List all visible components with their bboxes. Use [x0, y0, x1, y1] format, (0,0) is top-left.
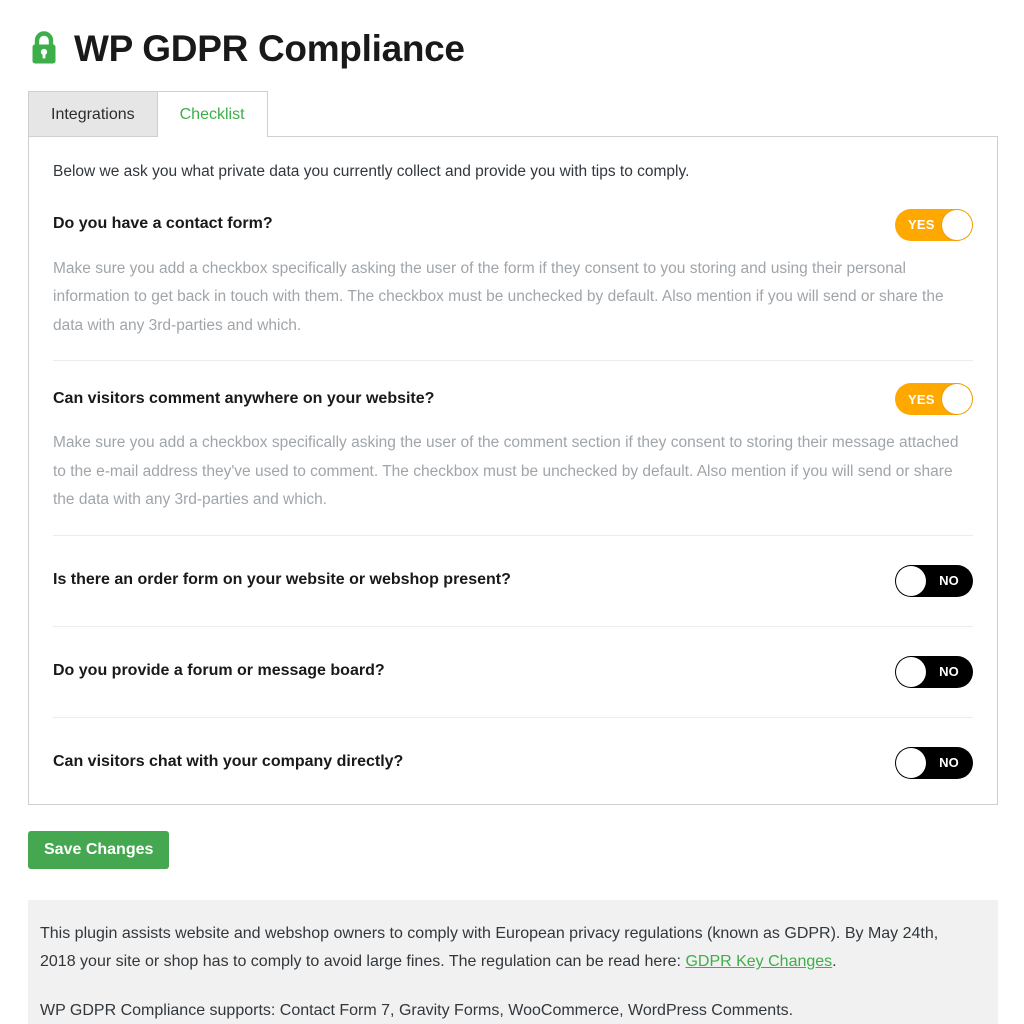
- checklist-item: Do you provide a forum or message board?…: [51, 647, 975, 697]
- toggle-label: NO: [939, 755, 959, 771]
- footer-notice: This plugin assists website and webshop …: [28, 899, 998, 1024]
- toggle-comments[interactable]: YES: [895, 383, 973, 416]
- divider: [53, 534, 973, 536]
- question-title: Can visitors comment anywhere on your we…: [53, 389, 435, 407]
- question-title: Do you provide a forum or message board?: [53, 662, 385, 680]
- toggle-label: YES: [908, 217, 935, 233]
- save-button-wrap: Save Changes: [28, 830, 1024, 869]
- checklist-item-row: Can visitors comment anywhere on your we…: [51, 381, 975, 417]
- checklist-item: Is there an order form on your website o…: [51, 556, 975, 606]
- tab-integrations[interactable]: Integrations: [28, 91, 158, 137]
- toggle-knob: [942, 384, 972, 415]
- checklist-item: Can visitors comment anywhere on your we…: [51, 381, 975, 515]
- checklist-item-row: Do you have a contact form? YES: [51, 207, 975, 243]
- checklist-intro: Below we ask you what private data you c…: [53, 163, 690, 180]
- toggle-contact-form[interactable]: YES: [895, 208, 973, 241]
- toggle-knob: [942, 209, 972, 240]
- toggle-forum[interactable]: NO: [895, 655, 973, 688]
- divider: [53, 716, 973, 718]
- divider: [53, 625, 973, 627]
- toggle-label: YES: [908, 391, 935, 407]
- checklist-item-row: Can visitors chat with your company dire…: [51, 738, 975, 788]
- question-title: Can visitors chat with your company dire…: [53, 753, 404, 771]
- lock-icon: [28, 31, 60, 65]
- tab-bar: Integrations Checklist: [28, 90, 1024, 137]
- checklist-card: Below we ask you what private data you c…: [28, 136, 998, 805]
- gdpr-key-changes-link[interactable]: GDPR Key Changes: [685, 953, 832, 970]
- checklist-item: Do you have a contact form? YES Make sur…: [51, 207, 975, 341]
- page-title: WP GDPR Compliance: [74, 27, 465, 69]
- tab-integrations-label: Integrations: [51, 105, 135, 123]
- footer-paragraph-2: WP GDPR Compliance supports: Contact For…: [40, 1001, 794, 1019]
- question-description: Make sure you add a checkbox specificall…: [53, 259, 944, 334]
- question-title: Is there an order form on your website o…: [53, 571, 511, 589]
- toggle-label: NO: [939, 664, 959, 680]
- checklist-item-row: Is there an order form on your website o…: [51, 556, 975, 606]
- question-title: Do you have a contact form?: [53, 215, 273, 233]
- tab-checklist[interactable]: Checklist: [156, 91, 268, 137]
- toggle-order-form[interactable]: NO: [895, 564, 973, 597]
- footer-paragraph-1: This plugin assists website and webshop …: [40, 920, 960, 977]
- toggle-label: NO: [939, 573, 959, 589]
- checklist-item: Can visitors chat with your company dire…: [51, 738, 975, 788]
- page-header: WP GDPR Compliance: [0, 0, 1024, 78]
- footer-text-after-link: .: [832, 953, 837, 971]
- toggle-knob: [896, 565, 926, 596]
- toggle-knob: [896, 747, 926, 778]
- question-description: Make sure you add a checkbox specificall…: [53, 434, 959, 509]
- divider: [53, 360, 973, 362]
- toggle-knob: [896, 656, 926, 687]
- toggle-chat[interactable]: NO: [895, 746, 973, 779]
- wp-gdpr-compliance-page: WP GDPR Compliance Integrations Checklis…: [0, 0, 1024, 1024]
- checklist-item-row: Do you provide a forum or message board?…: [51, 647, 975, 697]
- save-button[interactable]: Save Changes: [28, 830, 170, 869]
- tab-checklist-label: Checklist: [179, 105, 245, 123]
